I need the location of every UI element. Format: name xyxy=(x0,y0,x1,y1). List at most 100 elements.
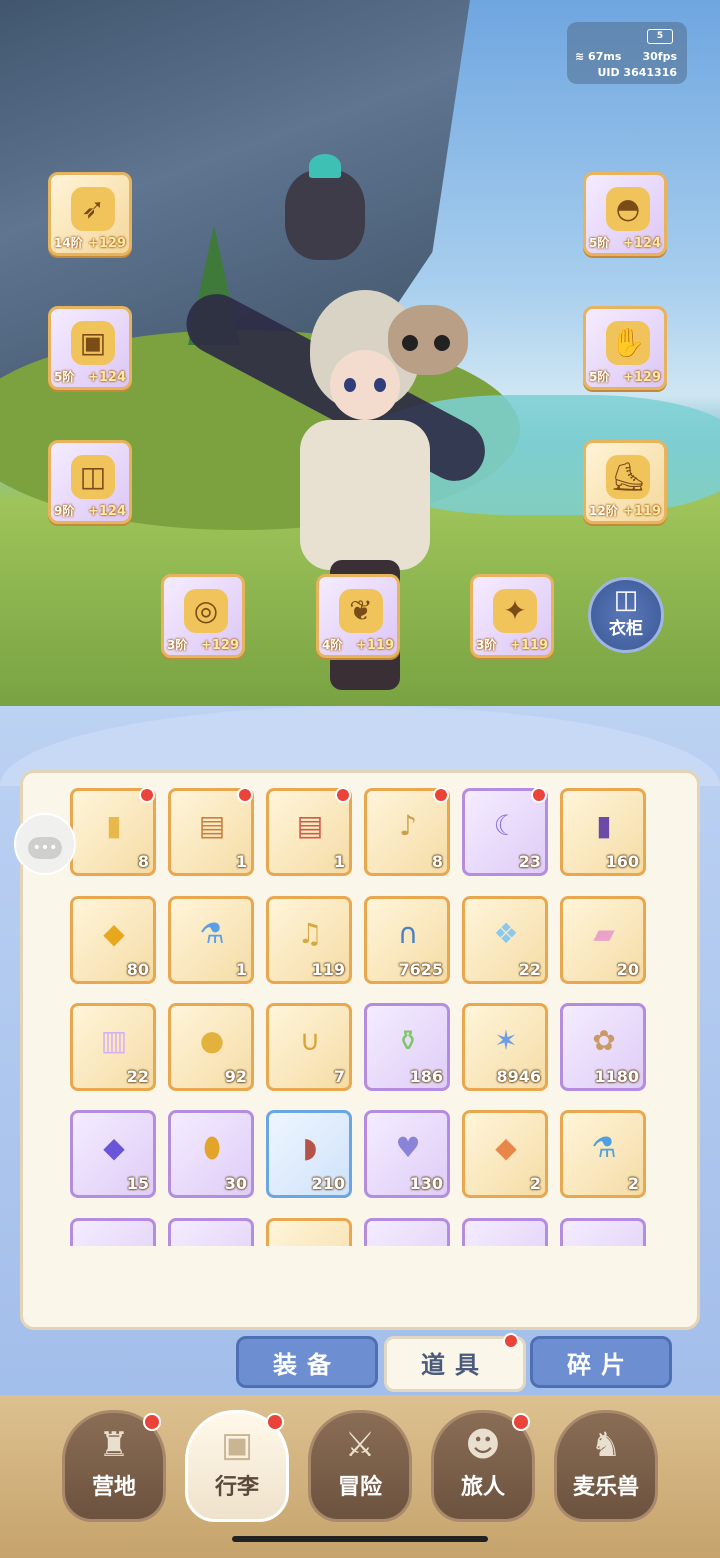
wardrobe-icon: ◫ xyxy=(613,585,639,615)
gate-orb-icon: ∩ xyxy=(397,917,419,950)
equip-slot-bow[interactable]: ➶ 14阶 +129 xyxy=(48,172,132,256)
inventory-item[interactable] xyxy=(70,1218,156,1246)
equip-plus: +119 xyxy=(509,638,548,653)
nav-meleshou[interactable]: ♞ 麦乐兽 xyxy=(554,1410,658,1522)
equip-tier: 5阶 xyxy=(54,370,75,384)
inventory-item[interactable]: ⚱ 186 xyxy=(364,1003,450,1091)
equip-plus: +129 xyxy=(87,236,126,251)
tab-equipment[interactable]: 装备 xyxy=(236,1336,378,1388)
inventory-item[interactable]: ◗ 210 xyxy=(266,1110,352,1198)
equip-tier: 3阶 xyxy=(476,638,497,652)
card-icon: ▮ xyxy=(106,809,122,842)
item-count: 1180 xyxy=(594,1067,639,1086)
inventory-item[interactable]: ◆ 80 xyxy=(70,896,156,984)
equip-slot-boots[interactable]: ⛸ 12阶 +119 xyxy=(583,440,667,524)
inventory-item[interactable]: ◆ 15 xyxy=(70,1110,156,1198)
equip-slot-charm[interactable]: ✦ 3阶 +119 xyxy=(470,574,554,658)
inventory-item[interactable] xyxy=(266,1218,352,1246)
nav-label: 营地 xyxy=(91,1475,136,1500)
nav-adventure[interactable]: ⚔ 冒险 xyxy=(308,1410,412,1522)
inventory-item[interactable] xyxy=(462,1218,548,1246)
boots-icon: ⛸ xyxy=(606,455,650,499)
amber-crystal-icon: ◆ xyxy=(103,917,125,950)
item-count: 8 xyxy=(137,852,149,871)
item-count: 2 xyxy=(529,1174,541,1193)
item-count: 210 xyxy=(311,1174,345,1193)
inventory-item[interactable]: ▮ 8 xyxy=(70,788,156,876)
inventory-item[interactable]: ◆ 2 xyxy=(462,1110,548,1198)
tab-fragments[interactable]: 碎片 xyxy=(530,1336,672,1388)
inventory-item[interactable]: ☾ 23 xyxy=(462,788,548,876)
chat-button[interactable]: ••• xyxy=(14,813,76,875)
inventory-item[interactable]: ▥ 22 xyxy=(70,1003,156,1091)
nav-luggage[interactable]: ▣ 行李 xyxy=(185,1410,289,1522)
inventory-item[interactable]: ✶ 8946 xyxy=(462,1003,548,1091)
nav-camp[interactable]: ♜ 营地 xyxy=(62,1410,166,1522)
nav-badge xyxy=(512,1413,530,1431)
inventory-item[interactable]: ∩ 7625 xyxy=(364,896,450,984)
inventory-item[interactable]: ∪ 7 xyxy=(266,1003,352,1091)
inventory-item[interactable]: ♪ 8 xyxy=(364,788,450,876)
item-count: 80 xyxy=(126,960,149,979)
item-count: 15 xyxy=(126,1174,149,1193)
item-count: 160 xyxy=(605,852,639,871)
inventory-item[interactable]: ● 92 xyxy=(168,1003,254,1091)
inventory-item[interactable]: ▤ 1 xyxy=(266,788,352,876)
tab-label: 碎片 xyxy=(567,1351,635,1379)
rainbow-bottle-icon: ▥ xyxy=(100,1024,128,1057)
nav-label: 麦乐兽 xyxy=(572,1475,639,1500)
bell-bag-icon: ♪ xyxy=(399,809,417,842)
inventory-item[interactable]: ⚗ 2 xyxy=(560,1110,646,1198)
tab-items[interactable]: 道具 xyxy=(384,1333,526,1392)
inventory-item[interactable]: ▮ 160 xyxy=(560,788,646,876)
equip-slot-pants[interactable]: ◫ 9阶 +124 xyxy=(48,440,132,524)
inventory-item[interactable]: ❖ 22 xyxy=(462,896,548,984)
inventory-tabs: 装备 道具 碎片 xyxy=(236,1333,676,1392)
wardrobe-button[interactable]: ◫ 衣柜 xyxy=(588,577,664,653)
heart-coin-icon: ♥ xyxy=(395,1131,421,1164)
green-jar-icon: ⚱ xyxy=(396,1024,420,1057)
chat-bubble-icon: ••• xyxy=(28,837,62,859)
item-count: 8946 xyxy=(496,1067,541,1086)
nav-label: 旅人 xyxy=(460,1475,505,1500)
inventory-item[interactable] xyxy=(560,1218,646,1246)
equip-tier: 9阶 xyxy=(54,504,75,518)
inventory-item[interactable] xyxy=(364,1218,450,1246)
inventory-item[interactable]: ♫ 119 xyxy=(266,896,352,984)
inventory-item[interactable]: ⬮ 30 xyxy=(168,1110,254,1198)
moon-ticket-icon: ☾ xyxy=(493,809,519,842)
item-count: 30 xyxy=(224,1174,247,1193)
key-icon xyxy=(189,1233,235,1246)
nav-badge xyxy=(143,1413,161,1431)
equip-slot-armor[interactable]: ▣ 5阶 +124 xyxy=(48,306,132,390)
inventory-item[interactable]: ♥ 130 xyxy=(364,1110,450,1198)
equip-slot-gloves[interactable]: ✋ 5阶 +129 xyxy=(583,306,667,390)
equip-slot-helmet[interactable]: ◓ 5阶 +124 xyxy=(583,172,667,256)
inventory-item[interactable]: ▰ 20 xyxy=(560,896,646,984)
lyre-icon: ♫ xyxy=(297,917,323,950)
new-badge xyxy=(335,788,351,803)
equip-slot-ring[interactable]: ◎ 3阶 +129 xyxy=(161,574,245,658)
inventory-grid[interactable]: ▮ 8 ▤ 1 ▤ 1 ♪ 8 ☾ 23 ▮ 160 ◆ 80 ⚗ 1 ♫ 119 ∩ 7625 ❖ 22 ▰ 20 ▥ 22 ● 9… xyxy=(70,788,660,1246)
inventory-item[interactable] xyxy=(168,1218,254,1246)
rainbow-tube-icon: ▰ xyxy=(593,917,615,950)
equip-tier: 14阶 xyxy=(54,236,83,250)
item-count: 23 xyxy=(518,852,541,871)
cookie-icon: ✿ xyxy=(592,1024,616,1057)
tab-badge xyxy=(503,1333,519,1349)
pants-icon: ◫ xyxy=(71,455,115,499)
chest-icon: ▤ xyxy=(198,809,226,842)
item-count: 1 xyxy=(235,960,247,979)
orange-crystal-icon: ◆ xyxy=(495,1131,517,1164)
nav-traveler[interactable]: ☻ 旅人 xyxy=(431,1410,535,1522)
inventory-item[interactable]: ✿ 1180 xyxy=(560,1003,646,1091)
nav-label: 冒险 xyxy=(337,1475,382,1500)
item-count: 1 xyxy=(235,852,247,871)
inventory-item[interactable]: ⚗ 1 xyxy=(168,896,254,984)
equip-plus: +119 xyxy=(622,504,661,519)
equip-slot-necklace[interactable]: ❦ 4阶 +119 xyxy=(316,574,400,658)
blue-potion-icon: ⚗ xyxy=(199,917,225,950)
inventory-item[interactable]: ▤ 1 xyxy=(168,788,254,876)
home-indicator[interactable] xyxy=(232,1536,488,1542)
nav-label: 行李 xyxy=(214,1475,259,1500)
